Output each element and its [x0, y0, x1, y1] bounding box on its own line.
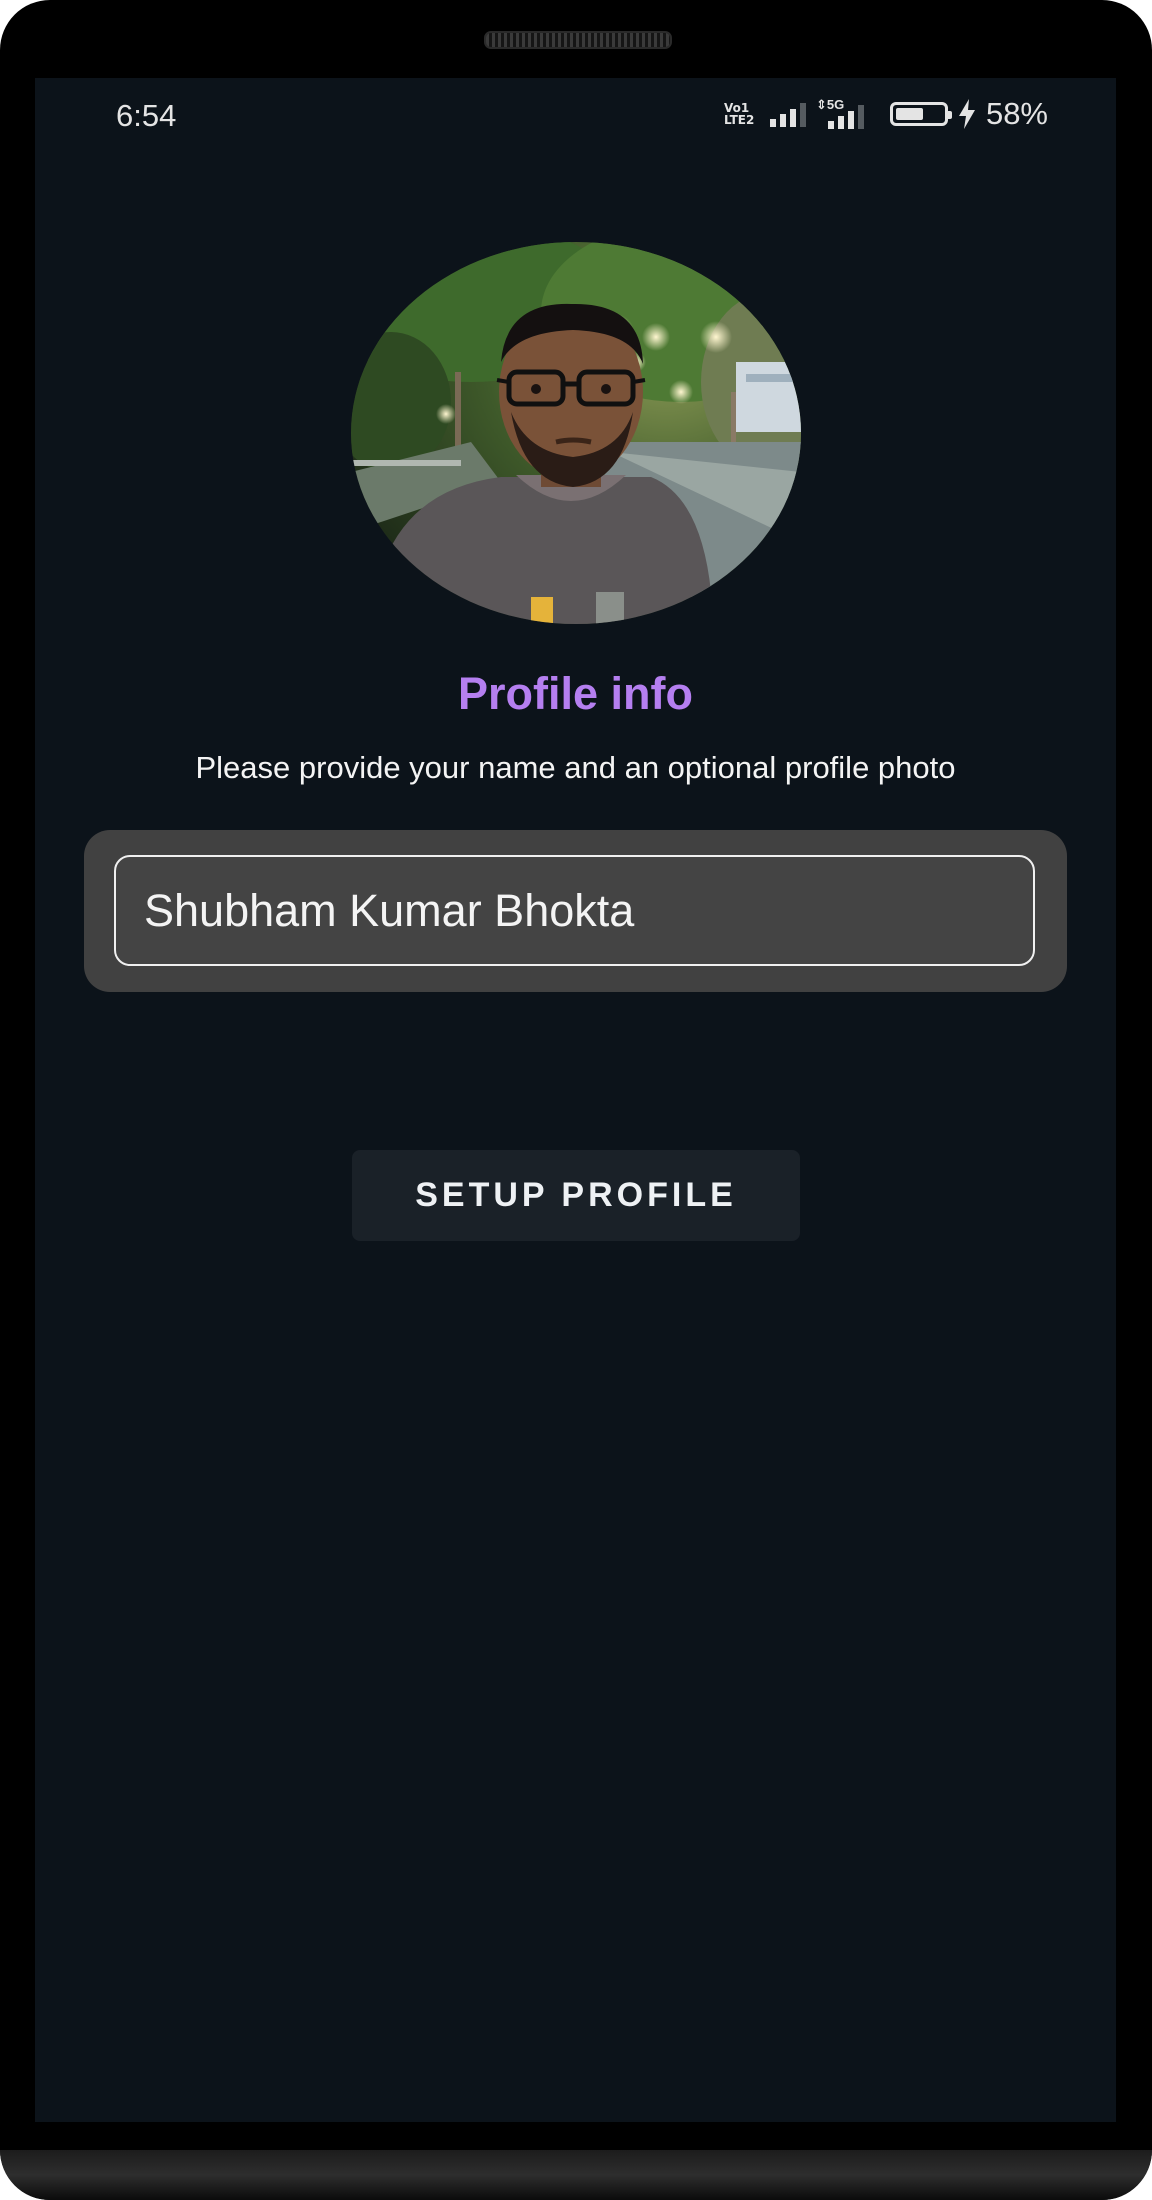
battery-percent: 58%	[985, 96, 1048, 131]
signal-sim1-icon	[769, 101, 806, 127]
app-screen: 6:54 Vo1 LTE2 ⇕5G 58% Profile info Pleas…	[35, 78, 1116, 2122]
battery-icon	[889, 102, 952, 126]
phone-frame: 6:54 Vo1 LTE2 ⇕5G 58% Profile info Pleas…	[0, 0, 1152, 2200]
status-icons: Vo1 LTE2 ⇕5G 58%	[724, 96, 1048, 132]
signal-5g-icon: ⇕5G	[816, 97, 868, 129]
page-title: Profile info	[458, 668, 693, 719]
volte-icon: Vo1 LTE2	[723, 101, 755, 127]
battery-level	[895, 108, 923, 120]
status-time: 6:54	[116, 98, 177, 133]
name-card	[84, 830, 1067, 992]
page-subtitle: Please provide your name and an optional…	[195, 750, 956, 785]
name-input[interactable]	[114, 855, 1035, 966]
setup-profile-button[interactable]: SETUP PROFILE	[352, 1150, 800, 1241]
bottom-bezel	[0, 2150, 1152, 2200]
profile-photo[interactable]	[351, 242, 801, 624]
charging-bolt-icon	[958, 99, 976, 129]
earpiece-speaker	[484, 31, 672, 49]
